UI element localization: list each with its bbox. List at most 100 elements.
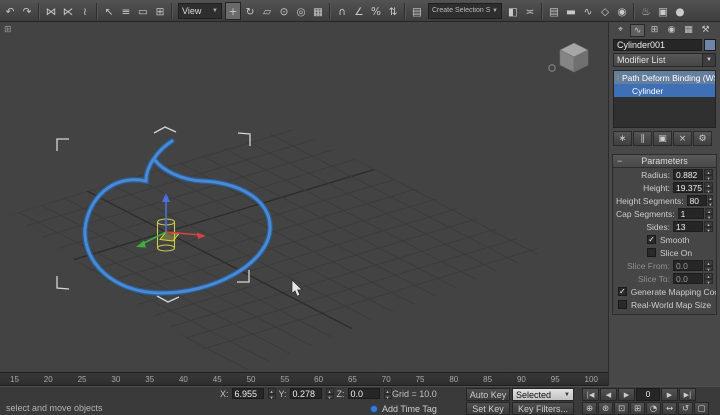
real-world-map-size-checkbox[interactable] [618,300,627,309]
frame-tick[interactable]: 45 [213,375,222,384]
modify-tab[interactable]: ∿ [630,24,645,37]
slice-from-spinner[interactable]: ▴▾ [704,260,713,271]
auto-key-button[interactable]: Auto Key [466,388,510,401]
undo-icon[interactable]: ↶ [2,2,18,20]
frame-tick[interactable]: 75 [416,375,425,384]
frame-tick[interactable]: 95 [551,375,560,384]
frame-tick[interactable]: 15 [10,375,19,384]
layer-manager-icon[interactable]: ▤ [546,2,562,20]
select-and-move-icon[interactable]: + [225,2,241,20]
curve-editor-icon[interactable]: ∿ [580,2,596,20]
modifier-list-dropdown[interactable]: Modifier List ▼ [613,53,716,67]
bind-to-spacewarp-icon[interactable]: ≀ [77,2,93,20]
modifier-stack[interactable]: Path Deform Binding (WSCylinder [613,70,716,128]
set-key-button[interactable]: Set Key [466,402,510,415]
create-tab[interactable]: ⌖ [613,24,628,37]
height-spinner[interactable]: ▴▾ [704,182,713,193]
cap-segments-spinner[interactable]: ▴▾ [705,208,713,219]
slice-to-field[interactable]: 0.0 [673,273,703,284]
selection-region-icon[interactable]: ▭ [135,2,151,20]
play-icon[interactable]: ▶ [618,388,635,401]
zoom-all-icon[interactable]: ⊛ [598,402,613,415]
frame-tick[interactable]: 30 [111,375,120,384]
align-icon[interactable]: ≍ [522,2,538,20]
frame-tick[interactable]: 55 [280,375,289,384]
sides-field[interactable]: 13 [673,221,703,232]
goto-end-icon[interactable]: ▶| [679,388,696,401]
zoom-extents-icon[interactable]: ⊡ [614,402,629,415]
object-name-field[interactable]: Cylinder001 [613,39,702,51]
frame-tick[interactable]: 80 [449,375,458,384]
ribbon-toggle-icon[interactable]: ▬ [563,2,579,20]
radius-field[interactable]: 0.882 [673,169,703,180]
perspective-viewport[interactable]: ⊞ [0,22,608,372]
key-filters-button[interactable]: Key Filters... [512,402,574,415]
key-filter-set-dropdown[interactable]: Selected ▼ [512,388,574,401]
material-editor-icon[interactable]: ◉ [614,2,630,20]
x-coord-field[interactable]: 6.955 [232,388,264,399]
motion-tab[interactable]: ◉ [664,24,679,37]
slice-to-spinner[interactable]: ▴▾ [704,273,713,284]
height-segments-spinner[interactable]: ▴▾ [708,195,713,206]
goto-start-icon[interactable]: |◀ [582,388,599,401]
select-and-scale-icon[interactable]: ▱ [259,2,275,20]
snap-toggle-icon[interactable]: ∩ [334,2,350,20]
x-coord-spinner[interactable]: ▴▾ [268,388,276,399]
smooth-checkbox[interactable]: ✓ [647,235,656,244]
edit-selection-sets-icon[interactable]: ▤ [409,2,425,20]
unlink-selection-icon[interactable]: ⋉ [60,2,76,20]
track-bar[interactable]: 1520253035404550556065707580859095100 [0,372,608,386]
y-coord-field[interactable]: 0.278 [290,388,322,399]
keyboard-override-icon[interactable]: ▦ [310,2,326,20]
frame-tick[interactable]: 65 [348,375,357,384]
frame-tick[interactable]: 60 [314,375,323,384]
radius-spinner[interactable]: ▴▾ [704,169,713,180]
current-frame-field[interactable]: 0 [636,388,660,401]
maximize-viewport-icon[interactable]: ▢ [694,402,709,415]
frame-tick[interactable]: 100 [585,375,598,384]
reference-coordinate-dropdown[interactable]: View▼ [178,3,222,19]
orbit-icon[interactable]: ↺ [678,402,693,415]
use-pivot-center-icon[interactable]: ⊙ [276,2,292,20]
remove-modifier-icon[interactable]: × [673,131,692,146]
z-coord-spinner[interactable]: ▴▾ [384,388,392,399]
slice-from-field[interactable]: 0.0 [673,260,703,271]
rendered-frame-icon[interactable]: ▣ [655,2,671,20]
select-and-link-icon[interactable]: ⋈ [43,2,59,20]
render-setup-icon[interactable]: ♨ [638,2,654,20]
chevron-down-icon[interactable]: ▼ [702,54,715,66]
modifier-enabled-icon[interactable] [617,74,619,81]
parameters-rollout-header[interactable]: − Parameters [613,155,716,168]
utilities-tab[interactable]: ⚒ [698,24,713,37]
percent-snap-icon[interactable]: % [368,2,384,20]
mirror-icon[interactable]: ◧ [505,2,521,20]
frame-tick[interactable]: 50 [247,375,256,384]
render-production-icon[interactable]: ● [672,2,688,20]
modifier-stack-item[interactable]: Path Deform Binding (WS [614,71,715,84]
redo-icon[interactable]: ↷ [19,2,35,20]
zoom-icon[interactable]: ⊕ [582,402,597,415]
angle-snap-icon[interactable]: ∠ [351,2,367,20]
z-coord-field[interactable]: 0.0 [348,388,380,399]
zoom-extents-all-icon[interactable]: ⊞ [630,402,645,415]
frame-tick[interactable]: 90 [517,375,526,384]
prev-frame-icon[interactable]: ◀ [600,388,617,401]
select-by-name-icon[interactable]: ≡ [118,2,134,20]
configure-modifier-sets-icon[interactable]: ⚙ [693,131,712,146]
generate-mapping-coords-checkbox[interactable]: ✓ [618,287,627,296]
make-unique-icon[interactable]: ▣ [653,131,672,146]
y-coord-spinner[interactable]: ▴▾ [326,388,334,399]
sides-spinner[interactable]: ▴▾ [704,221,713,232]
height-field[interactable]: 19.375 [673,182,703,193]
pin-stack-icon[interactable]: ∗ [613,131,632,146]
select-and-rotate-icon[interactable]: ↻ [242,2,258,20]
pan-icon[interactable]: ↔ [662,402,677,415]
window-crossing-icon[interactable]: ⊞ [152,2,168,20]
select-and-manipulate-icon[interactable]: ◎ [293,2,309,20]
named-selection-set-dropdown[interactable]: Create Selection Se▼ [428,3,502,19]
schematic-view-icon[interactable]: ◇ [597,2,613,20]
height-segments-field[interactable]: 80 [687,195,707,206]
frame-tick[interactable]: 25 [78,375,87,384]
frame-tick[interactable]: 35 [145,375,154,384]
spinner-snap-icon[interactable]: ⇅ [385,2,401,20]
